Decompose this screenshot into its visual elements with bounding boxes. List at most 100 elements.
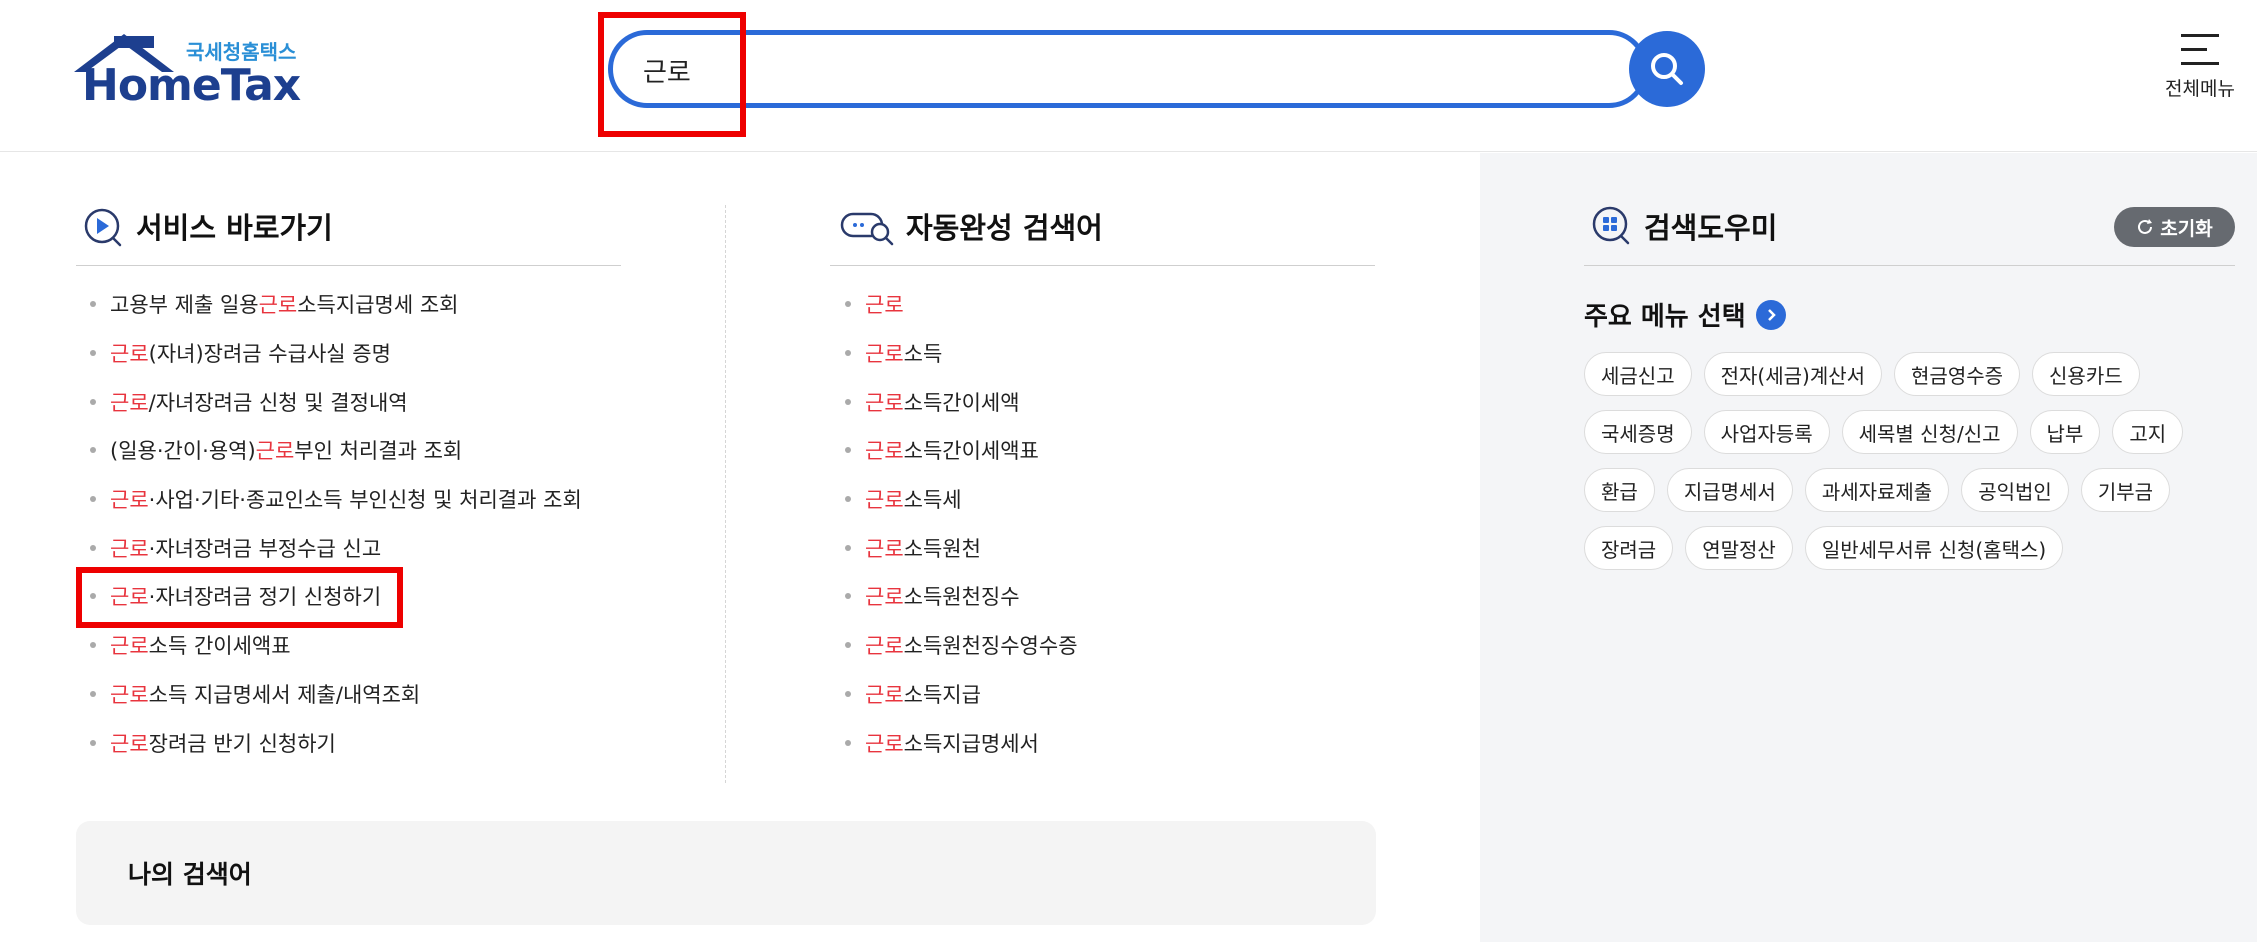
list-item[interactable]: 근로 장려금 반기 신청하기: [90, 718, 582, 767]
bullet-icon: [845, 447, 851, 454]
keyword-text: 근로: [258, 293, 298, 318]
reset-button[interactable]: 초기화: [2114, 207, 2235, 247]
list-item[interactable]: 근로: [845, 280, 1078, 329]
item-text: /자녀장려금 신청 및 결정내역: [148, 390, 408, 415]
bullet-icon: [845, 642, 851, 649]
item-text: 소득 간이세액표: [148, 634, 291, 659]
menu-chip[interactable]: 연말정산: [1685, 526, 1793, 570]
list-item[interactable]: 근로 ·사업·기타·종교인소득 부인신청 및 처리결과 조회: [90, 475, 582, 524]
bullet-icon: [845, 398, 851, 405]
search-helper-label: 검색도우미: [1644, 211, 1778, 245]
menu-chip[interactable]: 기부금: [2080, 468, 2171, 512]
search-button[interactable]: [1629, 31, 1705, 107]
bullet-icon: [90, 642, 96, 649]
menu-chip[interactable]: 사업자등록: [1703, 410, 1830, 454]
item-text: 소득 지급명세서 제출/내역조회: [148, 682, 421, 707]
autocomplete-title: 자동완성 검색어: [838, 204, 1103, 248]
menu-chip[interactable]: 고지: [2112, 410, 2184, 454]
search-helper-title: 검색도우미: [1590, 204, 1777, 248]
menu-chip[interactable]: 지급명세서: [1666, 468, 1793, 512]
item-text: 소득세: [903, 488, 962, 513]
keyword-text: 근로: [110, 488, 149, 513]
bullet-icon: [90, 447, 96, 454]
list-item[interactable]: 근로 소득간이세액: [845, 377, 1078, 426]
list-item[interactable]: 근로 소득원천징수: [845, 572, 1078, 621]
grid-search-icon: [1592, 206, 1630, 245]
list-item[interactable]: 근로 소득원천: [845, 523, 1078, 572]
keyword-text: 근로: [865, 390, 904, 415]
divider: [830, 265, 1375, 266]
list-item[interactable]: 근로 소득세: [845, 475, 1078, 524]
item-text: 소득원천징수영수증: [903, 634, 1078, 659]
bullet-icon: [845, 350, 851, 357]
list-item[interactable]: 근로 소득지급명세서: [845, 718, 1078, 767]
item-text: 장려금 반기 신청하기: [148, 731, 336, 756]
item-text: 소득간이세액표: [903, 439, 1039, 464]
bullet-icon: [90, 739, 96, 746]
keyword-text: 근로: [865, 731, 904, 756]
list-item[interactable]: 근로 ·자녀장려금 부정수급 신고: [90, 523, 582, 572]
menu-chip[interactable]: 전자(세금)계산서: [1703, 352, 1883, 396]
main-menu-chips: 세금신고 전자(세금)계산서 현금영수증 신용카드국세증명 사업자등록 세목별 신청/신고…: [1584, 352, 2234, 570]
service-shortcut-list: 고용부 제출 일용 근로 소득지급명세 조회 근로 (자녀)장려금 수급사실 증명 근로 /…: [90, 280, 582, 767]
keyword-text: 근로: [110, 634, 149, 659]
service-shortcut-label: 서비스 바로가기: [136, 211, 333, 245]
hometax-logo[interactable]: 국세청홈택스 HomeTax: [74, 32, 304, 111]
keyword-text: 근로: [865, 293, 904, 318]
item-text: 고용부 제출 일용: [110, 293, 259, 318]
item-text: 소득간이세액: [903, 390, 1020, 415]
bullet-icon: [90, 544, 96, 551]
list-item[interactable]: 근로 소득 지급명세서 제출/내역조회: [90, 670, 582, 719]
menu-chip[interactable]: 신용카드: [2032, 352, 2140, 396]
item-text: 부인 처리결과 조회: [294, 439, 463, 464]
menu-chip[interactable]: 공익법인: [1961, 468, 2069, 512]
item-text: 소득: [903, 342, 943, 367]
hamburger-icon: [2181, 34, 2219, 65]
main-menu-select-title: 주요 메뉴 선택: [1584, 296, 1786, 333]
all-menu-label: 전체메뉴: [2165, 78, 2235, 100]
item-text: 소득지급: [903, 682, 981, 707]
menu-chip[interactable]: 세금신고: [1584, 352, 1692, 396]
item-text: 소득원천징수: [903, 585, 1020, 610]
bullet-icon: [845, 690, 851, 697]
menu-chip[interactable]: 일반세무서류 신청(홈택스): [1804, 526, 2064, 570]
search-input[interactable]: [643, 53, 1543, 87]
item-text: ·자녀장려금 부정수급 신고: [148, 536, 382, 561]
search-icon: [1651, 53, 1683, 85]
chevron-right-icon[interactable]: [1755, 299, 1786, 330]
bullet-icon: [845, 301, 851, 308]
list-item[interactable]: 근로 소득간이세액표: [845, 426, 1078, 475]
menu-chip[interactable]: 현금영수증: [1894, 352, 2021, 396]
bullet-icon: [845, 739, 851, 746]
keyword-text: 근로: [110, 731, 149, 756]
refresh-icon: [2138, 219, 2153, 234]
list-item[interactable]: 근로 (자녀)장려금 수급사실 증명: [90, 329, 582, 378]
list-item[interactable]: 근로 소득원천징수영수증: [845, 621, 1078, 670]
item-text: 소득지급명세 조회: [297, 293, 459, 318]
list-item[interactable]: 근로 소득지급: [845, 670, 1078, 719]
menu-chip[interactable]: 과세자료제출: [1804, 468, 1950, 512]
menu-chip[interactable]: 세목별 신청/신고: [1841, 410, 2018, 454]
list-item[interactable]: 근로 소득: [845, 329, 1078, 378]
column-divider: [725, 205, 726, 783]
keyword-text: 근로: [865, 439, 904, 464]
bullet-icon: [845, 496, 851, 503]
bullet-icon: [90, 690, 96, 697]
bullet-icon: [845, 544, 851, 551]
menu-chip[interactable]: 납부: [2029, 410, 2101, 454]
menu-chip[interactable]: 환급: [1584, 468, 1655, 512]
list-item[interactable]: 고용부 제출 일용 근로 소득지급명세 조회: [90, 280, 582, 329]
list-item[interactable]: 근로 소득 간이세액표: [90, 621, 582, 670]
keyword-text: 근로: [110, 390, 149, 415]
bullet-icon: [845, 593, 851, 600]
keyword-text: 근로: [110, 342, 149, 367]
list-item[interactable]: 근로/자녀장려금 신청 및 결정내역: [90, 377, 582, 426]
menu-chip[interactable]: 국세증명: [1584, 410, 1692, 454]
main-menu-select-label: 주요 메뉴 선택: [1584, 302, 1746, 332]
autocomplete-label: 자동완성 검색어: [906, 211, 1103, 245]
keyword-text: 근로: [110, 536, 149, 561]
all-menu-button[interactable]: 전체메뉴: [2150, 28, 2250, 108]
menu-chip[interactable]: 장려금: [1584, 526, 1674, 570]
list-item[interactable]: (일용·간이·용역) 근로 부인 처리결과 조회: [90, 426, 582, 475]
play-search-icon: [84, 208, 122, 247]
